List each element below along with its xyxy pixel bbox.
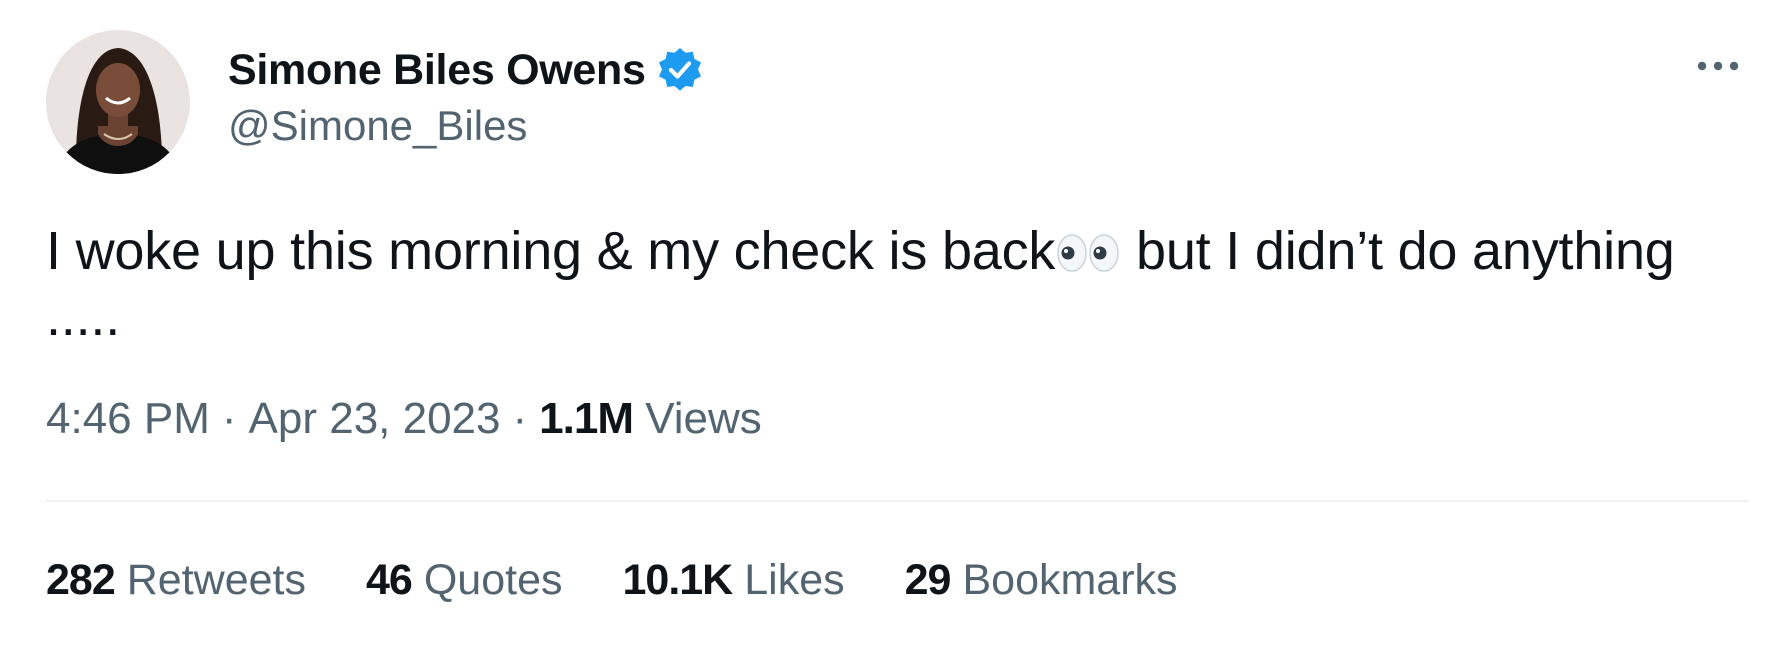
engagement-stats: 282 Retweets 46 Quotes 10.1K Likes 29 Bookma… xyxy=(46,556,1238,605)
bookmarks-count: 29 xyxy=(904,556,952,604)
tweet-text-part-1: I woke up this morning & my check is bac… xyxy=(46,221,1056,281)
eyes-icon xyxy=(1055,222,1121,272)
avatar[interactable] xyxy=(46,30,190,174)
quotes-stat[interactable]: 46 Quotes xyxy=(366,556,562,605)
likes-label: Likes xyxy=(744,556,845,604)
likes-count: 10.1K xyxy=(622,556,733,604)
retweets-count: 282 xyxy=(46,556,116,604)
tweet-text: I woke up this morning & my check is bac… xyxy=(46,218,1736,350)
tweet-date[interactable]: Apr 23, 2023 xyxy=(249,394,501,443)
bookmarks-label: Bookmarks xyxy=(962,556,1178,604)
separator-dot: · xyxy=(512,394,528,443)
quotes-label: Quotes xyxy=(423,556,563,604)
more-horizontal-icon xyxy=(1697,61,1739,71)
separator-dot: · xyxy=(221,394,237,443)
tweet-meta: 4:46 PM · Apr 23, 2023 · 1.1M Views xyxy=(46,394,762,444)
tweet-time[interactable]: 4:46 PM xyxy=(46,394,210,443)
more-options-button[interactable] xyxy=(1690,46,1746,86)
quotes-count: 46 xyxy=(366,556,413,604)
author-handle[interactable]: @Simone_Biles xyxy=(228,102,527,150)
views-label: Views xyxy=(645,394,762,443)
divider xyxy=(46,500,1748,502)
author-display-name[interactable]: Simone Biles Owens xyxy=(228,46,646,95)
retweets-label: Retweets xyxy=(126,556,306,604)
bookmarks-stat[interactable]: 29 Bookmarks xyxy=(905,556,1178,605)
views-count: 1.1M xyxy=(539,394,634,443)
likes-stat[interactable]: 10.1K Likes xyxy=(622,556,844,605)
retweets-stat[interactable]: 282 Retweets xyxy=(46,556,306,605)
verified-badge-icon xyxy=(656,46,704,94)
